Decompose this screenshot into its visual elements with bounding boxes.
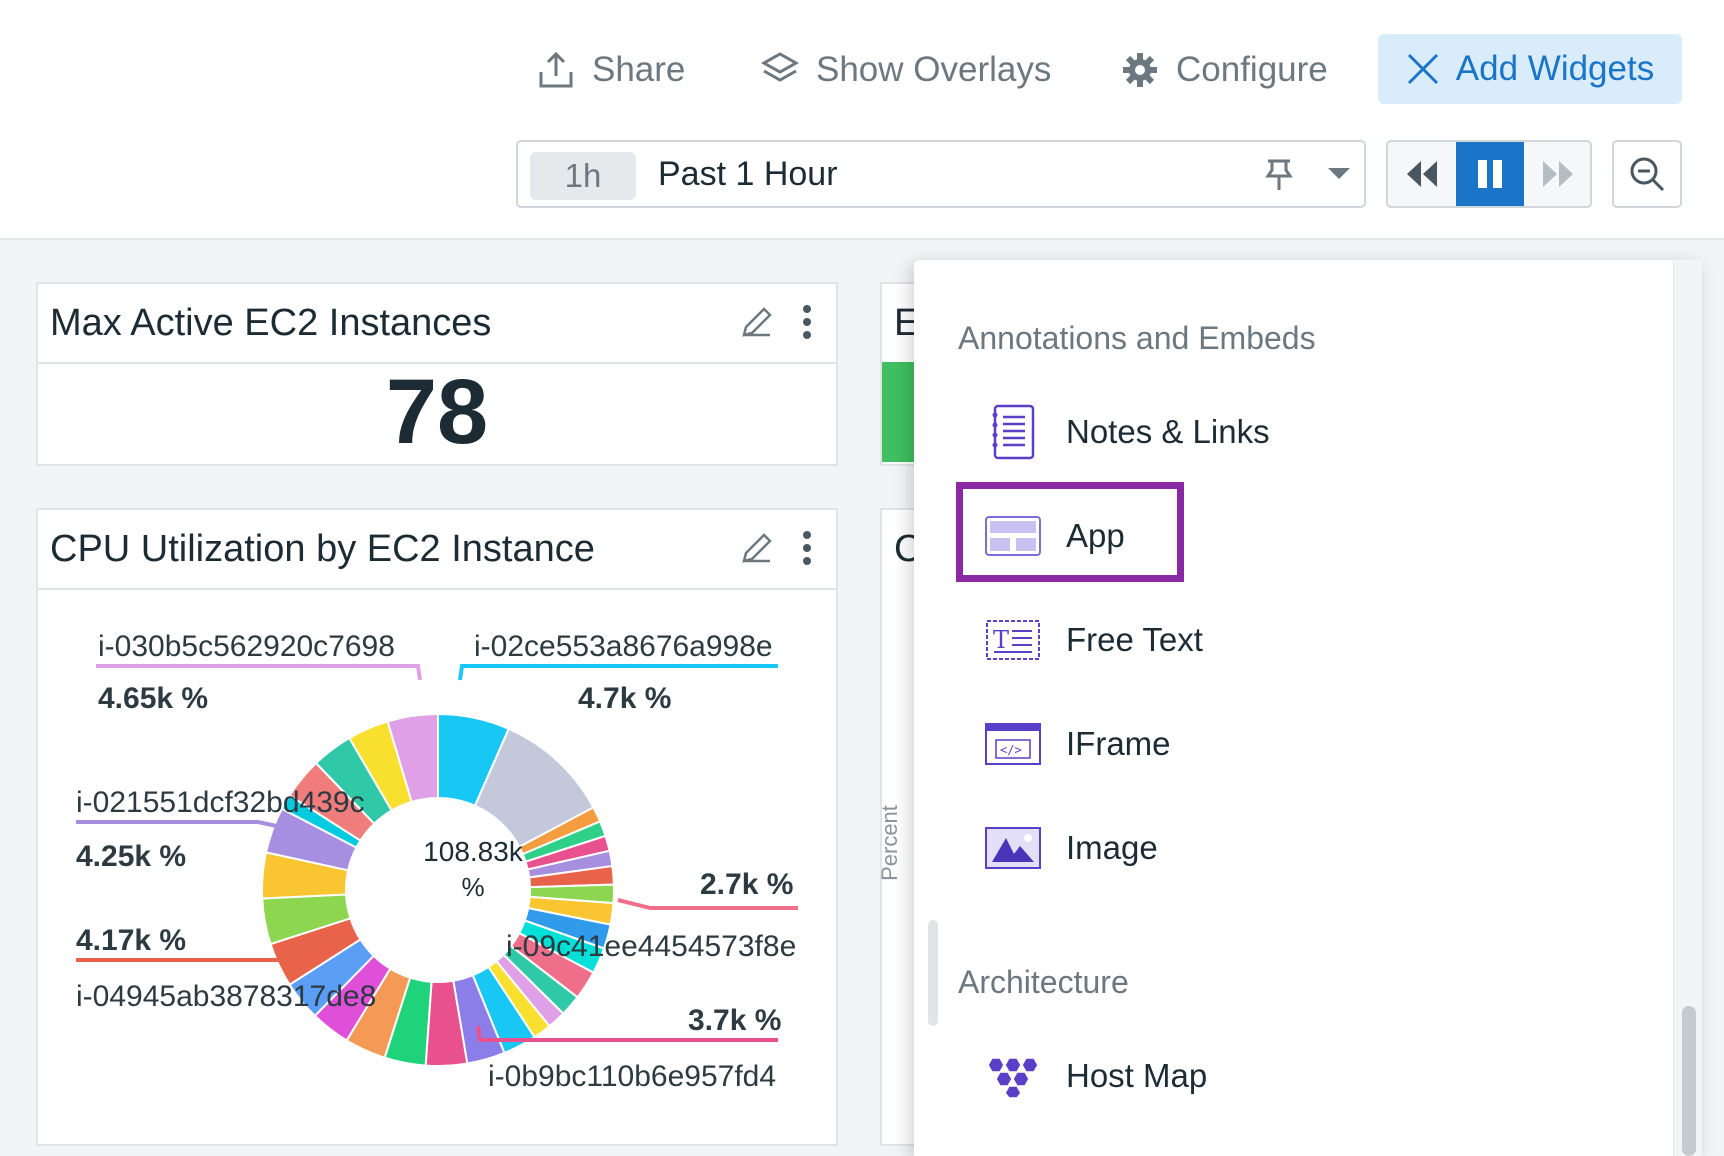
- menu-item-iframe[interactable]: </> IFrame: [984, 704, 1171, 784]
- host-map-icon: [984, 1047, 1042, 1105]
- zoom-out-button[interactable]: [1612, 140, 1682, 208]
- share-button[interactable]: Share: [536, 34, 685, 106]
- menu-item-label: IFrame: [1066, 725, 1171, 762]
- fast-forward-icon: [1543, 161, 1573, 187]
- svg-text:</>: </>: [1000, 743, 1022, 757]
- callout-instance-id: i-021551dcf32bd439c: [76, 786, 365, 819]
- free-text-icon: T: [984, 611, 1042, 669]
- zoom-out-icon: [1630, 157, 1665, 192]
- app-icon: [984, 507, 1042, 565]
- donut-center-value: 108.83k: [423, 836, 523, 867]
- menu-item-label: App: [1066, 517, 1125, 554]
- overlays-label: Show Overlays: [816, 50, 1052, 89]
- chevron-down-icon[interactable]: [1326, 166, 1352, 182]
- fast-forward-button[interactable]: [1524, 142, 1590, 206]
- timeframe-selector[interactable]: 1h Past 1 Hour: [516, 140, 1366, 208]
- menu-item-app[interactable]: App: [984, 496, 1125, 576]
- menu-item-notes-links[interactable]: Notes & Links: [984, 392, 1270, 472]
- section-title-architecture: Architecture: [958, 964, 1129, 1000]
- share-label: Share: [592, 50, 686, 89]
- notes-icon: [984, 403, 1042, 461]
- rewind-icon: [1407, 161, 1437, 187]
- menu-item-free-text[interactable]: T Free Text: [984, 600, 1203, 680]
- svg-text:T: T: [993, 626, 1009, 654]
- callout-instance-id: i-09c41ee4454573f8e: [506, 930, 797, 963]
- add-widgets-label: Add Widgets: [1455, 49, 1655, 88]
- max-active-widget: Max Active EC2 Instances 78: [36, 282, 838, 466]
- close-icon: [1407, 53, 1438, 85]
- secondary-scrollbar[interactable]: [928, 920, 938, 1026]
- section-title-annotations: Annotations and Embeds: [958, 320, 1316, 356]
- edit-icon[interactable]: [740, 531, 774, 565]
- callout-instance-id: i-02ce553a8676a998e: [474, 630, 773, 663]
- scrollbar-thumb[interactable]: [1682, 1006, 1696, 1156]
- timeframe-label: Past 1 Hour: [658, 154, 838, 193]
- menu-item-label: Image: [1066, 829, 1158, 866]
- pause-icon: [1478, 160, 1502, 188]
- playback-controls: [1386, 140, 1592, 208]
- layers-icon: [760, 52, 800, 82]
- cpu-utilization-widget: CPU Utilization by EC2 Instance 108.83k …: [36, 508, 838, 1146]
- configure-button[interactable]: Configure: [1120, 34, 1328, 106]
- callout-line: [458, 664, 778, 681]
- menu-item-label: Host Map: [1066, 1057, 1208, 1094]
- menu-item-label: Notes & Links: [1066, 413, 1270, 450]
- pin-icon[interactable]: [1264, 158, 1294, 192]
- callout-line: [76, 820, 287, 830]
- callout-instance-id: i-030b5c562920c7698: [98, 630, 395, 663]
- partial-axis-label: Percent: [876, 805, 902, 881]
- share-icon: [539, 51, 573, 88]
- more-icon[interactable]: [802, 304, 812, 340]
- configure-label: Configure: [1176, 50, 1328, 89]
- iframe-icon: </>: [984, 715, 1042, 773]
- add-widgets-button[interactable]: Add Widgets: [1378, 34, 1682, 104]
- donut-center-unit: %: [461, 872, 485, 902]
- callout-value: 4.65k %: [98, 682, 209, 715]
- callout-line: [96, 664, 422, 681]
- widget-value: 78: [385, 360, 489, 463]
- widget-title: CPU Utilization by EC2 Instance: [50, 528, 595, 570]
- show-overlays-button[interactable]: Show Overlays: [760, 34, 1051, 106]
- rewind-button[interactable]: [1388, 142, 1456, 206]
- widget-header: CPU Utilization by EC2 Instance: [38, 510, 836, 590]
- menu-item-host-map[interactable]: Host Map: [984, 1036, 1207, 1116]
- callout-instance-id: i-0b9bc110b6e957fd4: [488, 1060, 777, 1093]
- menu-item-image[interactable]: Image: [984, 808, 1158, 888]
- callout-value: 2.7k %: [700, 868, 794, 901]
- add-widgets-panel: Annotations and Embeds Notes & Links App: [914, 260, 1702, 1156]
- callout-value: 4.17k %: [76, 924, 187, 957]
- panel-scrollbar[interactable]: [1673, 260, 1702, 1156]
- widget-title: Max Active EC2 Instances: [50, 302, 492, 344]
- callout-instance-id: i-04945ab3878317de8: [76, 980, 377, 1013]
- image-icon: [984, 819, 1042, 877]
- edit-icon[interactable]: [740, 305, 774, 339]
- callout-value: 4.25k %: [76, 840, 187, 873]
- gear-icon: [1123, 53, 1157, 87]
- callout-value: 4.7k %: [578, 682, 672, 715]
- more-icon[interactable]: [802, 530, 812, 566]
- callout-value: 3.7k %: [688, 1004, 782, 1037]
- pause-button[interactable]: [1456, 142, 1524, 206]
- menu-item-label: Free Text: [1066, 621, 1203, 658]
- timeframe-pill: 1h: [530, 152, 636, 200]
- widget-header: Max Active EC2 Instances: [38, 284, 836, 364]
